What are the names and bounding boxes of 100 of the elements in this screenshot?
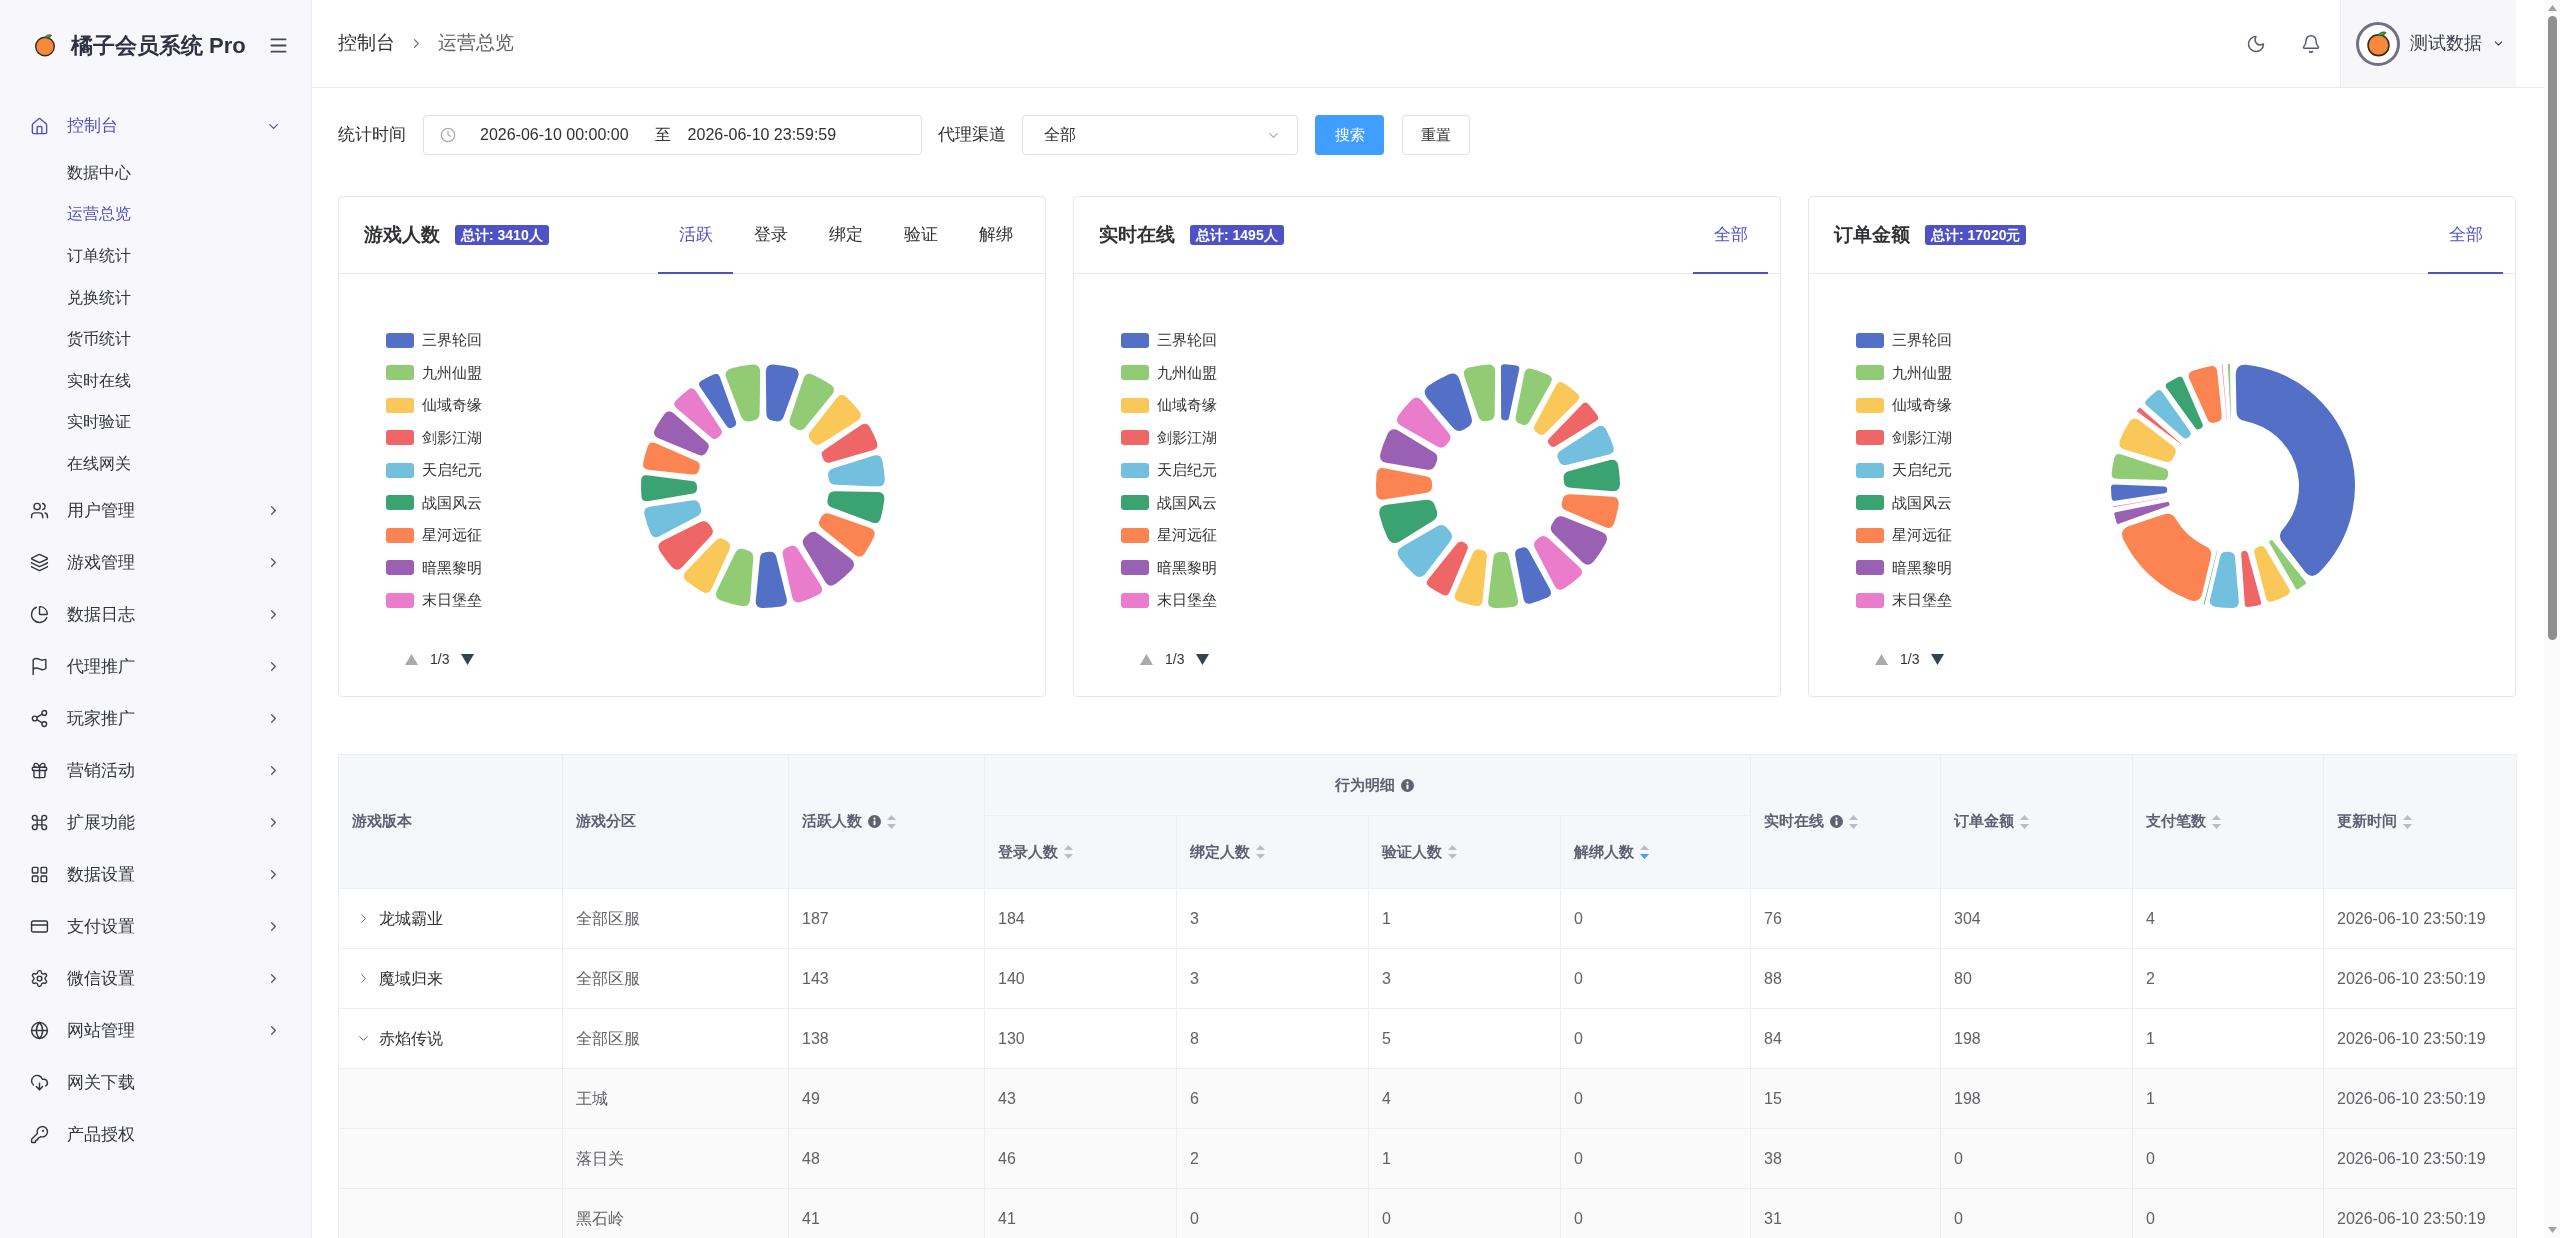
sort-icon[interactable] [1640, 845, 1649, 859]
legend-label[interactable]: 仙域奇缘 [1892, 394, 1952, 417]
legend-label[interactable]: 剑影江湖 [1157, 426, 1217, 449]
column-header[interactable]: 订单金额 [1940, 754, 2133, 889]
reset-button[interactable]: 重置 [1402, 115, 1470, 155]
sidebar-item[interactable]: 数据日志 [0, 588, 311, 641]
legend-label[interactable]: 剑影江湖 [1892, 426, 1952, 449]
user-menu[interactable]: 测试数据 [2340, 0, 2516, 87]
end-date-input[interactable]: 2026-06-10 23:59:59 [687, 123, 837, 147]
donut-slice [1380, 429, 1438, 470]
sort-icon[interactable] [2020, 814, 2029, 829]
info-icon[interactable] [868, 815, 881, 828]
sidebar-item[interactable]: 代理推广 [0, 640, 311, 693]
column-header[interactable]: 验证人数 [1368, 815, 1561, 889]
chart-tab[interactable]: 活跃 [658, 197, 733, 274]
donut-slice [674, 388, 722, 439]
sidebar-item[interactable]: 支付设置 [0, 900, 311, 953]
legend-label[interactable]: 三界轮回 [422, 329, 482, 352]
legend-label[interactable]: 天启纪元 [1157, 459, 1217, 482]
sidebar-item[interactable]: 玩家推广 [0, 692, 311, 745]
sidebar-item[interactable]: 网关下载 [0, 1056, 311, 1109]
sort-icon[interactable] [2403, 814, 2412, 829]
sidebar-subitem[interactable]: 在线网关 [0, 443, 311, 485]
legend-label[interactable]: 九州仙盟 [422, 361, 482, 384]
sidebar-subitem[interactable]: 货币统计 [0, 318, 311, 360]
sidebar-item[interactable]: 控制台 [0, 100, 311, 152]
legend-label[interactable]: 天启纪元 [422, 459, 482, 482]
scroll-up-arrow-icon[interactable] [2547, 5, 2557, 11]
legend-label[interactable]: 末日堡垒 [1892, 589, 1952, 612]
donut-slice [818, 513, 875, 557]
sidebar-subitem[interactable]: 数据中心 [0, 152, 311, 194]
legend-label[interactable]: 末日堡垒 [422, 589, 482, 612]
sort-icon[interactable] [887, 814, 896, 829]
sidebar-subitem[interactable]: 运营总览 [0, 193, 311, 236]
legend-label[interactable]: 末日堡垒 [1157, 589, 1217, 612]
channel-select[interactable]: 全部 [1022, 115, 1298, 155]
legend-label[interactable]: 星河远征 [422, 524, 482, 547]
scroll-down-arrow-icon[interactable] [2547, 1227, 2557, 1233]
legend-label[interactable]: 天启纪元 [1892, 459, 1952, 482]
chart-tab[interactable]: 绑定 [808, 197, 883, 274]
chart-tab[interactable]: 全部 [2428, 197, 2503, 274]
sidebar-item[interactable]: 游戏管理 [0, 536, 311, 589]
chart-tab[interactable]: 验证 [883, 197, 958, 274]
legend-label[interactable]: 星河远征 [1157, 524, 1217, 547]
legend-label[interactable]: 暗黑黎明 [1892, 556, 1952, 579]
info-icon[interactable] [1400, 778, 1414, 792]
breadcrumb-link[interactable]: 控制台 [338, 29, 395, 58]
table-cell: 0 [1560, 1008, 1751, 1069]
column-header[interactable]: 登录人数 [984, 815, 1177, 889]
gift-icon [30, 761, 49, 781]
column-header[interactable]: 支付笔数 [2132, 754, 2324, 889]
legend-label[interactable]: 战国风云 [1157, 491, 1217, 514]
legend-label[interactable]: 仙域奇缘 [422, 394, 482, 417]
sidebar-item[interactable]: 产品授权 [0, 1108, 311, 1161]
sidebar-subitem[interactable]: 实时验证 [0, 401, 311, 444]
legend-label[interactable]: 仙域奇缘 [1157, 394, 1217, 417]
legend-label[interactable]: 三界轮回 [1892, 329, 1952, 352]
column-header[interactable]: 更新时间 [2323, 754, 2517, 889]
table-cell: 0 [1560, 948, 1751, 1009]
sidebar-item[interactable]: 微信设置 [0, 952, 311, 1005]
sidebar-item[interactable]: 扩展功能 [0, 796, 311, 849]
legend-label[interactable]: 剑影江湖 [422, 426, 482, 449]
column-header[interactable]: 解绑人数 [1560, 815, 1751, 889]
page-down-icon[interactable] [461, 654, 475, 665]
column-header[interactable]: 活跃人数 [788, 754, 985, 889]
sidebar-item[interactable]: 营销活动 [0, 744, 311, 797]
page-down-icon[interactable] [1931, 654, 1945, 665]
info-icon[interactable] [1830, 815, 1843, 828]
sidebar-item[interactable]: 数据设置 [0, 848, 311, 901]
legend-label[interactable]: 战国风云 [422, 491, 482, 514]
legend-label[interactable]: 九州仙盟 [1157, 361, 1217, 384]
table-cell: 0 [1560, 888, 1751, 949]
sidebar-subitem[interactable]: 实时在线 [0, 359, 311, 402]
page-down-icon[interactable] [1196, 654, 1210, 665]
sidebar-subitem[interactable]: 订单统计 [0, 235, 311, 277]
sidebar-item[interactable]: 用户管理 [0, 484, 311, 537]
date-range-field[interactable]: 2026-06-10 00:00:00 至 2026-06-10 23:59:59 [423, 115, 922, 155]
legend-label[interactable]: 暗黑黎明 [422, 556, 482, 579]
sort-icon[interactable] [1448, 845, 1457, 859]
legend-label[interactable]: 九州仙盟 [1892, 361, 1952, 384]
legend-label[interactable]: 星河远征 [1892, 524, 1952, 547]
legend-label[interactable]: 战国风云 [1892, 491, 1952, 514]
legend-label[interactable]: 暗黑黎明 [1157, 556, 1217, 579]
sidebar-subitem[interactable]: 兑换统计 [0, 276, 311, 319]
column-header[interactable]: 实时在线 [1750, 754, 1941, 889]
scrollbar-thumb[interactable] [2547, 16, 2557, 640]
chart-tab[interactable]: 解绑 [958, 197, 1033, 274]
notification-bell-icon[interactable] [2301, 33, 2321, 54]
sort-icon[interactable] [1849, 814, 1858, 829]
chart-tab[interactable]: 全部 [1693, 197, 1768, 274]
sort-icon[interactable] [1064, 845, 1073, 859]
start-date-input[interactable]: 2026-06-10 00:00:00 [480, 123, 629, 147]
legend-label[interactable]: 三界轮回 [1157, 329, 1217, 352]
sidebar-item[interactable]: 网站管理 [0, 1004, 311, 1057]
sort-icon[interactable] [1256, 845, 1265, 859]
sort-icon[interactable] [2212, 814, 2221, 829]
column-header[interactable]: 绑定人数 [1176, 815, 1369, 889]
chart-tab[interactable]: 登录 [733, 197, 808, 274]
dark-mode-icon[interactable] [2246, 33, 2266, 54]
scrollbar[interactable] [2544, 0, 2560, 1238]
